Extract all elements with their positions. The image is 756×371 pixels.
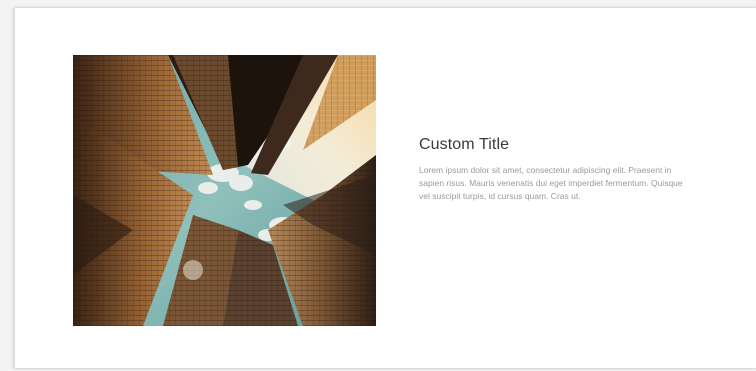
text-block: Custom Title Lorem ipsum dolor sit amet,… <box>419 136 719 203</box>
slide-title: Custom Title <box>419 136 510 153</box>
content-card: Custom Title Lorem ipsum dolor sit amet,… <box>14 8 756 368</box>
skyscraper-illustration <box>73 55 376 326</box>
slide-body-text: Lorem ipsum dolor sit amet, consectetur … <box>419 165 683 201</box>
skyscraper-image <box>73 55 376 326</box>
